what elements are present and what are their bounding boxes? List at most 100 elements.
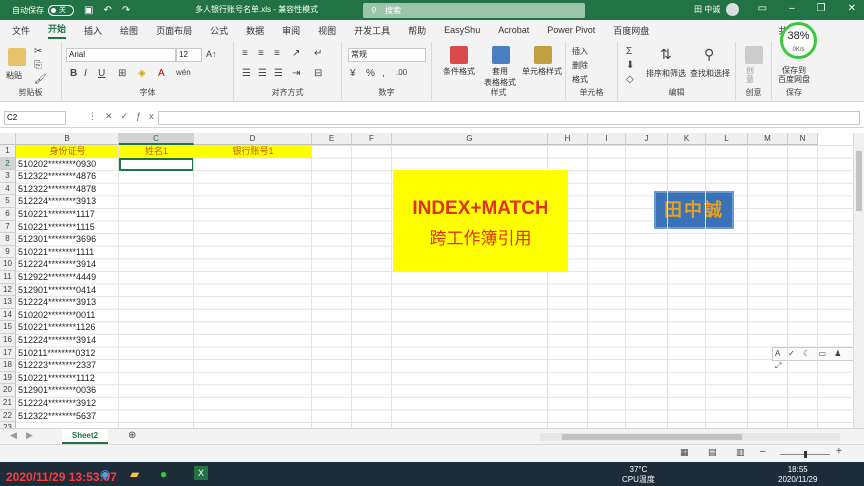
format-painter-icon[interactable]: 🖌: [34, 74, 47, 85]
folder-icon[interactable]: ▰: [130, 467, 139, 481]
copy-icon[interactable]: ⎘: [34, 60, 42, 71]
id-number-cell[interactable]: 512322********4878: [18, 183, 118, 196]
font-name-select[interactable]: Arial: [66, 48, 176, 62]
id-number-cell[interactable]: 512301********3696: [18, 233, 118, 246]
row-header[interactable]: 4: [0, 182, 16, 196]
column-header-h[interactable]: H: [548, 133, 588, 145]
row-header[interactable]: 16: [0, 334, 16, 347]
comma-icon[interactable]: ,: [382, 68, 385, 79]
spreadsheet-grid[interactable]: 身份证号 姓名1 银行账号1 INDEX+MATCH 跨工作簿引用 田中誠 A …: [0, 133, 853, 428]
italic-icon[interactable]: I: [84, 68, 87, 79]
row-header[interactable]: 17: [0, 346, 16, 360]
autosum-icon[interactable]: Σ: [626, 46, 632, 57]
avatar[interactable]: [726, 3, 739, 16]
column-header-f[interactable]: F: [352, 133, 392, 145]
row-header[interactable]: 10: [0, 258, 16, 271]
delete-button[interactable]: 删除: [572, 60, 588, 71]
page-break-icon[interactable]: ▥: [736, 447, 745, 458]
row-header[interactable]: 2: [0, 157, 16, 171]
tab-1[interactable]: 开始: [48, 22, 67, 39]
phonetic-icon[interactable]: wén: [176, 68, 191, 77]
conditional-format-button[interactable]: 条件格式: [440, 66, 478, 77]
row-header[interactable]: 5: [0, 195, 16, 208]
id-number-cell[interactable]: 512322********4876: [18, 170, 118, 183]
align-right-icon[interactable]: ☰: [274, 68, 283, 79]
restore-icon[interactable]: ❐: [817, 3, 826, 14]
name-box[interactable]: C2: [4, 111, 66, 125]
scroll-thumb[interactable]: [856, 151, 862, 211]
tab-12[interactable]: Acrobat: [498, 25, 529, 35]
table-format-icon[interactable]: [492, 46, 510, 64]
header-name[interactable]: 姓名1: [119, 145, 194, 158]
id-number-cell[interactable]: 510221********1111: [18, 246, 118, 259]
id-number-cell[interactable]: 512223********2337: [18, 359, 118, 372]
id-number-cell[interactable]: 510211********0312: [18, 347, 118, 360]
align-center-icon[interactable]: ☰: [258, 68, 267, 79]
id-number-cell[interactable]: 512224********3912: [18, 397, 118, 410]
undo-icon[interactable]: ↶: [103, 5, 111, 16]
column-header-b[interactable]: B: [16, 133, 119, 145]
tab-8[interactable]: 视图: [318, 24, 336, 37]
id-number-cell[interactable]: 510221********1126: [18, 321, 118, 334]
user-name[interactable]: 田 中诚: [694, 4, 720, 15]
sheet-next-icon[interactable]: ▶: [26, 430, 33, 441]
align-middle-icon[interactable]: ≡: [258, 48, 264, 59]
sort-filter-button[interactable]: 排序和筛选: [646, 68, 686, 79]
save-icon[interactable]: ▣: [84, 5, 93, 16]
id-number-cell[interactable]: 512224********3913: [18, 296, 118, 309]
redo-icon[interactable]: ↷: [122, 5, 130, 16]
header-id-number[interactable]: 身份证号: [16, 145, 119, 158]
sheet-prev-icon[interactable]: ◀: [10, 430, 17, 441]
tab-14[interactable]: 百度网盘: [613, 24, 649, 37]
id-number-cell[interactable]: 510202********0011: [18, 309, 118, 322]
clear-icon[interactable]: ◇: [626, 74, 634, 85]
row-header[interactable]: 18: [0, 359, 16, 372]
system-clock[interactable]: 18:55 2020/11/29: [778, 465, 817, 485]
paste-icon[interactable]: [8, 48, 26, 66]
find-icon[interactable]: ⚲: [704, 46, 714, 63]
select-all-corner[interactable]: [0, 133, 16, 145]
id-number-cell[interactable]: 512224********3913: [18, 195, 118, 208]
column-header-i[interactable]: I: [588, 133, 626, 145]
font-size-select[interactable]: 12: [176, 48, 202, 62]
tab-7[interactable]: 审阅: [282, 24, 300, 37]
font-color-icon[interactable]: A: [158, 68, 165, 79]
tab-0[interactable]: 文件: [12, 24, 30, 37]
tab-9[interactable]: 开发工具: [354, 24, 390, 37]
horizontal-scrollbar[interactable]: [540, 433, 840, 441]
zoom-in-icon[interactable]: +: [836, 446, 842, 457]
row-header[interactable]: 11: [0, 271, 16, 284]
row-header[interactable]: 7: [0, 220, 16, 234]
fill-color-icon[interactable]: ◈: [138, 68, 146, 79]
add-sheet-icon[interactable]: ⊕: [128, 430, 136, 441]
search-input[interactable]: ⚲ 搜索: [363, 3, 585, 18]
tab-5[interactable]: 公式: [210, 24, 228, 37]
tab-10[interactable]: 帮助: [408, 24, 426, 37]
row-header[interactable]: 19: [0, 371, 16, 385]
tab-4[interactable]: 页面布局: [156, 24, 192, 37]
insert-button[interactable]: 插入: [572, 46, 588, 57]
border-icon[interactable]: ⊞: [118, 68, 126, 79]
close-icon[interactable]: ✕: [848, 3, 856, 14]
id-number-cell[interactable]: 510202********0930: [18, 158, 118, 171]
title-banner[interactable]: INDEX+MATCH 跨工作簿引用: [393, 170, 568, 272]
ribbon-display-icon[interactable]: ▭: [758, 3, 767, 14]
tab-11[interactable]: EasyShu: [444, 25, 480, 35]
normal-view-icon[interactable]: ▦: [680, 447, 689, 458]
row-header[interactable]: 22: [0, 409, 16, 423]
cell-style-icon[interactable]: [534, 46, 552, 64]
autosave-toggle[interactable]: 关: [48, 4, 74, 16]
page-layout-icon[interactable]: ▤: [708, 447, 717, 458]
row-header[interactable]: 1: [0, 145, 16, 158]
font-grow-icon[interactable]: A↑: [206, 49, 217, 59]
selected-cell[interactable]: [119, 157, 194, 171]
id-number-cell[interactable]: 512322********5637: [18, 410, 118, 423]
scroll-thumb[interactable]: [562, 434, 742, 440]
mini-toolbar[interactable]: A ✓ ☾ ▭ ♟ ⤢: [772, 347, 853, 370]
tab-6[interactable]: 数据: [246, 24, 264, 37]
column-header-n[interactable]: N: [788, 133, 818, 145]
browser-icon[interactable]: ◉: [100, 467, 110, 481]
align-bottom-icon[interactable]: ≡: [274, 48, 280, 59]
id-number-cell[interactable]: 512224********3914: [18, 334, 118, 347]
zoom-out-icon[interactable]: –: [760, 446, 766, 457]
